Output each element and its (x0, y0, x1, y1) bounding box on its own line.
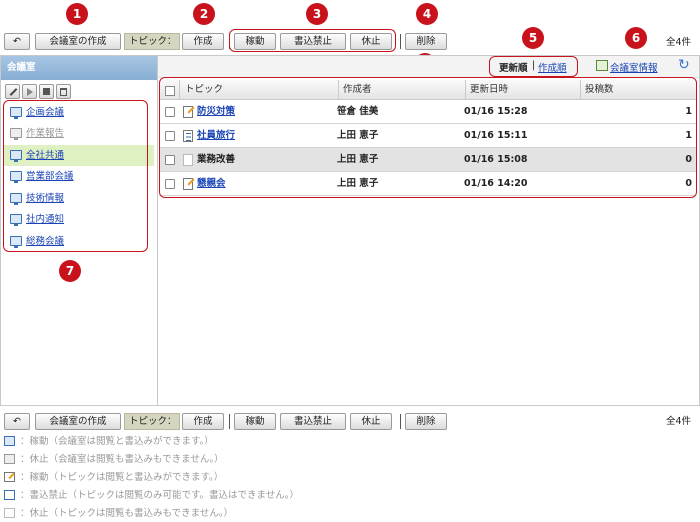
create-room-button[interactable]: 会議室の作成 (35, 413, 121, 430)
activate-button[interactable]: 稼動 (234, 413, 276, 430)
write-lock-button[interactable]: 書込禁止 (280, 413, 346, 430)
room-info-icon[interactable] (596, 60, 608, 71)
callout-3: 3 (306, 3, 328, 25)
back-button[interactable]: ↶ (4, 33, 30, 50)
topic-label: トピック： (124, 413, 180, 430)
topic-paused-icon (4, 508, 15, 518)
topic-create-button[interactable]: 作成 (182, 413, 224, 430)
topic-label: トピック： (124, 33, 180, 50)
sort-separator: | (532, 60, 536, 71)
pencil-icon[interactable] (5, 84, 20, 99)
topic-locked-icon (4, 490, 15, 500)
delete-button[interactable]: 削除 (405, 413, 447, 430)
refresh-icon[interactable]: ↻ (678, 57, 690, 73)
back-button[interactable]: ↶ (4, 413, 30, 430)
item-count: 全4件 (666, 416, 692, 427)
callout-box-status-buttons (229, 29, 396, 52)
callout-1: 1 (66, 3, 88, 25)
sort-created-link[interactable]: 作成順 (538, 60, 567, 74)
back-arrow-icon: ↶ (13, 36, 21, 47)
callout-2: 2 (193, 3, 215, 25)
stop-icon[interactable] (39, 84, 54, 99)
item-count: 全4件 (666, 37, 692, 48)
room-paused-icon (4, 454, 15, 464)
back-arrow-icon: ↶ (13, 416, 21, 427)
sort-updated: 更新順 (499, 63, 528, 74)
delete-button[interactable]: 削除 (405, 33, 447, 50)
divider (400, 34, 401, 49)
divider (229, 414, 230, 429)
room-info-link[interactable]: 会議室情報 (610, 60, 658, 74)
sidebar-divider (157, 56, 158, 405)
callout-5: 5 (522, 27, 544, 49)
divider (400, 414, 401, 429)
topic-active-icon (4, 472, 15, 482)
callout-6: 6 (625, 27, 647, 49)
play-icon[interactable] (22, 84, 37, 99)
callout-box-topic-table (159, 77, 697, 198)
topic-create-button[interactable]: 作成 (182, 33, 224, 50)
create-room-button[interactable]: 会議室の作成 (35, 33, 121, 50)
sidebar-title: 会議室 (1, 56, 157, 80)
trash-icon[interactable] (56, 84, 71, 99)
pause-button[interactable]: 休止 (350, 413, 392, 430)
callout-box-room-list (3, 100, 148, 252)
callout-4: 4 (416, 3, 438, 25)
room-active-icon (4, 436, 15, 446)
